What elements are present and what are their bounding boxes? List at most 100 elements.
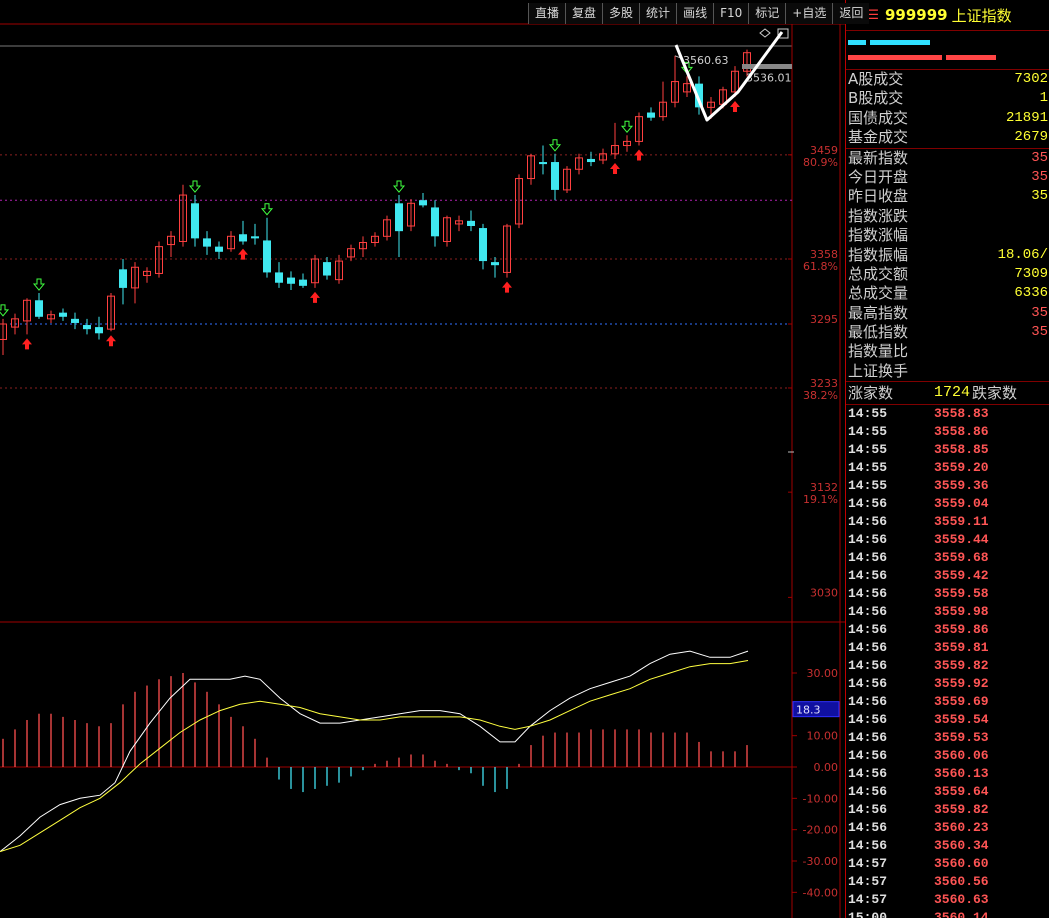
tick-price: 3558.85 xyxy=(934,442,989,458)
tick-price: 3560.34 xyxy=(934,838,989,854)
turnover-stats: A股成交 7302 B股成交 1 国债成交 21891 基金成交 2679 xyxy=(846,70,1049,148)
candle-body-down xyxy=(83,325,91,330)
tick-price: 3559.53 xyxy=(934,730,989,746)
tick-row: 14:553559.362 xyxy=(846,477,1049,495)
tick-price: 3559.98 xyxy=(934,604,989,620)
tick-price: 3559.86 xyxy=(934,622,989,638)
tick-row: 14:553558.852 xyxy=(846,441,1049,459)
candle-body-down xyxy=(35,300,43,317)
tick-row: 14:563559.442 xyxy=(846,531,1049,549)
tick-price: 3559.68 xyxy=(934,550,989,566)
sell-bar-short xyxy=(946,55,996,60)
buy-signal-arrow xyxy=(502,281,512,293)
toolbar-button-8[interactable]: 返回 xyxy=(832,3,870,24)
tick-price: 3560.56 xyxy=(934,874,989,890)
tick-row: 14:563559.642 xyxy=(846,783,1049,801)
stat-label: 总成交额 xyxy=(848,264,909,283)
stat-value: 35 xyxy=(1031,188,1048,205)
fib-label: 80.9% xyxy=(803,156,838,169)
candle-body-down xyxy=(251,236,259,239)
macd-tick-label: -30.00 xyxy=(803,855,838,868)
macd-tick-label: -40.00 xyxy=(803,886,838,899)
label-bar xyxy=(742,64,792,69)
candle-body-down xyxy=(59,312,67,317)
buy-signal-arrow xyxy=(106,335,116,347)
stat-value: 7302 xyxy=(1014,71,1048,87)
toolbar-button-1[interactable]: 复盘 xyxy=(565,3,603,24)
toolbar-button-5[interactable]: F10 xyxy=(713,3,749,24)
candle-body-down xyxy=(419,200,427,206)
tick-time: 14:56 xyxy=(848,838,888,854)
sell-signal-arrow xyxy=(548,139,562,152)
stat-label: 指数涨跌 xyxy=(848,206,909,225)
tick-price: 3559.20 xyxy=(934,460,989,476)
candle-body-down xyxy=(119,269,127,288)
tick-row: 14:563560.132 xyxy=(846,765,1049,783)
tick-row: 14:563559.812 xyxy=(846,639,1049,657)
tick-time: 14:56 xyxy=(848,676,888,692)
price-chart[interactable]: 345980.9%335861.8%3295323338.2%313219.1%… xyxy=(0,0,845,918)
stat-row: 今日开盘 35 xyxy=(846,168,1049,187)
macd-tick-label: -20.00 xyxy=(803,824,838,837)
price-tick-label: 3295 xyxy=(810,313,838,326)
stat-value: 35 xyxy=(1031,304,1048,321)
toolbar-button-7[interactable]: +自选 xyxy=(785,3,833,24)
candle-body-down xyxy=(239,234,247,242)
sell-bar xyxy=(848,55,942,60)
tick-row: 14:563560.232 xyxy=(846,819,1049,837)
toolbar-button-0[interactable]: 直播 xyxy=(528,3,566,24)
sell-signal-arrow xyxy=(188,180,202,193)
toolbar-button-2[interactable]: 多股 xyxy=(602,3,640,24)
stat-label: 基金成交 xyxy=(848,128,909,147)
tick-time: 14:56 xyxy=(848,550,888,566)
tick-row: 14:563559.542 xyxy=(846,711,1049,729)
stat-row: 指数涨跌 xyxy=(846,207,1049,226)
tick-row: 14:563559.822 xyxy=(846,801,1049,819)
tick-time: 14:56 xyxy=(848,514,888,530)
tick-time: 14:55 xyxy=(848,478,888,494)
tick-price: 3559.36 xyxy=(934,478,989,494)
tick-row: 14:563559.682 xyxy=(846,549,1049,567)
tick-time: 14:56 xyxy=(848,730,888,746)
tick-price: 3559.82 xyxy=(934,802,989,818)
tick-row: 14:563559.692 xyxy=(846,693,1049,711)
stat-value: 18.06/ xyxy=(997,246,1048,263)
toolbar-button-3[interactable]: 统计 xyxy=(639,3,677,24)
tick-list[interactable]: 14:553558.83214:553558.86214:553558.8521… xyxy=(846,405,1049,918)
candle-body-down xyxy=(95,327,103,334)
tick-row: 14:563559.422 xyxy=(846,567,1049,585)
stat-value: 35 xyxy=(1031,324,1048,341)
tick-price: 3560.14 xyxy=(934,910,989,918)
toolbar-button-6[interactable]: 标记 xyxy=(748,3,786,24)
tick-time: 14:56 xyxy=(848,604,888,620)
stat-label: 最低指数 xyxy=(848,323,909,342)
stat-label: 指数量比 xyxy=(848,342,909,361)
toolbar-button-4[interactable]: 画线 xyxy=(676,3,714,24)
stat-row: 指数振幅 18.06/ xyxy=(846,246,1049,265)
tick-row: 14:553559.202 xyxy=(846,459,1049,477)
fib-label: 61.8% xyxy=(803,260,838,273)
candle-body-down xyxy=(431,207,439,237)
tick-time: 14:57 xyxy=(848,892,888,908)
tick-row: 14:563559.822 xyxy=(846,657,1049,675)
tick-price: 3559.42 xyxy=(934,568,989,584)
candle-body-down xyxy=(287,277,295,284)
down-count-label: 跌家数 xyxy=(972,384,1018,403)
stat-row: 总成交量 6336 xyxy=(846,284,1049,303)
candle-body-down xyxy=(647,112,655,118)
stat-value: 35 xyxy=(1031,149,1048,166)
tick-time: 14:56 xyxy=(848,568,888,584)
tick-row: 14:563559.113 xyxy=(846,513,1049,531)
candle-body-down xyxy=(479,228,487,262)
sell-signal-arrow xyxy=(392,180,406,193)
stat-label: 国债成交 xyxy=(848,108,909,127)
candle-body-down xyxy=(467,220,475,226)
tick-time: 14:56 xyxy=(848,712,888,728)
candle-body-down xyxy=(395,203,403,232)
tick-price: 3560.60 xyxy=(934,856,989,872)
stat-row: 昨日收盘 35 xyxy=(846,187,1049,206)
buy-signal-arrow xyxy=(634,149,644,161)
candle-body-down xyxy=(587,158,595,163)
tick-time: 14:56 xyxy=(848,532,888,548)
candle-body-down xyxy=(539,162,547,165)
